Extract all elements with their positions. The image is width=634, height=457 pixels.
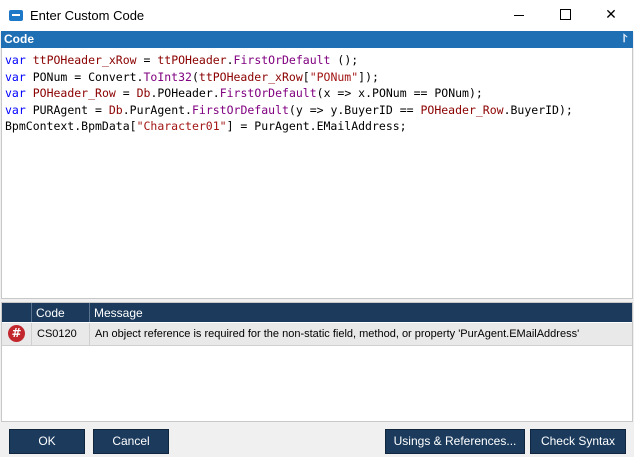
code-token: PONum = Convert. [25, 69, 144, 84]
code-token: PURAgent = [25, 102, 109, 117]
footer-bar: OK Cancel Usings & References... Check S… [0, 423, 634, 457]
code-token: [ [302, 69, 310, 84]
error-message-column-label: Message [94, 306, 143, 320]
check-syntax-button[interactable]: Check Syntax [530, 429, 626, 454]
error-row[interactable]: # CS0120 An object reference is required… [2, 323, 632, 346]
error-code-column-header[interactable]: Code [32, 303, 90, 322]
error-icon: # [8, 325, 25, 342]
error-message-column-header[interactable]: Message [90, 303, 630, 322]
code-token: (y => y.BuyerID == [288, 102, 421, 117]
code-token: "Character01" [136, 119, 227, 134]
code-line: BpmContext.BpmData["Character01"] = PurA… [5, 119, 407, 133]
code-token: Db [108, 102, 123, 117]
code-token: = [115, 86, 137, 101]
usings-references-button[interactable]: Usings & References... [385, 429, 525, 454]
code-token: .BuyerID); [503, 102, 573, 117]
code-token: .PurAgent. [122, 102, 192, 117]
code-token: Db [136, 86, 151, 101]
error-message-cell: An object reference is required for the … [90, 323, 630, 345]
code-panel-label: Code [4, 32, 34, 46]
code-token: FirstOrDefault [219, 86, 317, 101]
title-bar: Enter Custom Code ✕ [0, 0, 634, 32]
code-token: (); [330, 53, 359, 67]
code-line: var PURAgent = Db.PurAgent.FirstOrDefaul… [5, 103, 573, 117]
code-token: ttPOHeader [157, 53, 227, 67]
window-title: Enter Custom Code [30, 8, 145, 23]
code-token: BpmContext.BpmData[ [5, 119, 137, 134]
code-token: . [226, 53, 234, 67]
code-token: ttPOHeader_xRow [198, 69, 303, 84]
code-token: POHeader_Row [32, 86, 116, 101]
maximize-icon [559, 8, 571, 20]
minimize-icon [514, 14, 524, 16]
code-token: "PONum" [309, 69, 359, 84]
code-token: ttPOHeader_xRow [32, 53, 137, 67]
code-token: ToInt32 [143, 69, 192, 84]
error-code-column-label: Code [36, 306, 65, 320]
code-line: var POHeader_Row = Db.POHeader.FirstOrDe… [5, 86, 483, 100]
code-panel-header: Code ⨡ [1, 31, 633, 48]
code-token: FirstOrDefault [233, 53, 331, 67]
ok-button[interactable]: OK [9, 429, 85, 454]
error-list-header: Code Message [2, 303, 632, 322]
error-list: Code Message # CS0120 An object referenc… [1, 302, 633, 422]
code-token: = [136, 53, 158, 67]
error-icon-cell: # [2, 323, 32, 345]
pin-icon[interactable]: ⨡ [623, 33, 627, 46]
code-token: FirstOrDefault [191, 102, 289, 117]
code-token: POHeader_Row [420, 102, 504, 117]
close-button[interactable]: ✕ [588, 0, 634, 31]
code-token: var [5, 102, 26, 117]
code-token: ( [191, 69, 199, 84]
code-line: var PONum = Convert.ToInt32(ttPOHeader_x… [5, 70, 379, 84]
code-token: .POHeader. [150, 86, 220, 101]
error-icon-column-header[interactable] [2, 303, 32, 322]
error-code-cell: CS0120 [32, 323, 90, 345]
code-token: ] = PurAgent.EMailAddress; [226, 119, 407, 134]
code-token: var [5, 86, 26, 101]
code-editor[interactable]: var ttPOHeader_xRow = ttPOHeader.FirstOr… [1, 48, 633, 299]
error-code: CS0120 [37, 328, 77, 340]
error-message: An object reference is required for the … [95, 328, 580, 340]
code-token: (x => x.PONum == PONum); [316, 86, 483, 101]
cancel-button[interactable]: Cancel [93, 429, 169, 454]
minimize-button[interactable] [496, 0, 542, 31]
close-icon: ✕ [605, 7, 617, 23]
app-icon [9, 10, 23, 21]
maximize-button[interactable] [542, 0, 588, 31]
code-token: ]); [358, 69, 379, 84]
code-token: var [5, 69, 26, 84]
code-line: var ttPOHeader_xRow = ttPOHeader.FirstOr… [5, 53, 358, 67]
code-token: var [5, 53, 26, 67]
